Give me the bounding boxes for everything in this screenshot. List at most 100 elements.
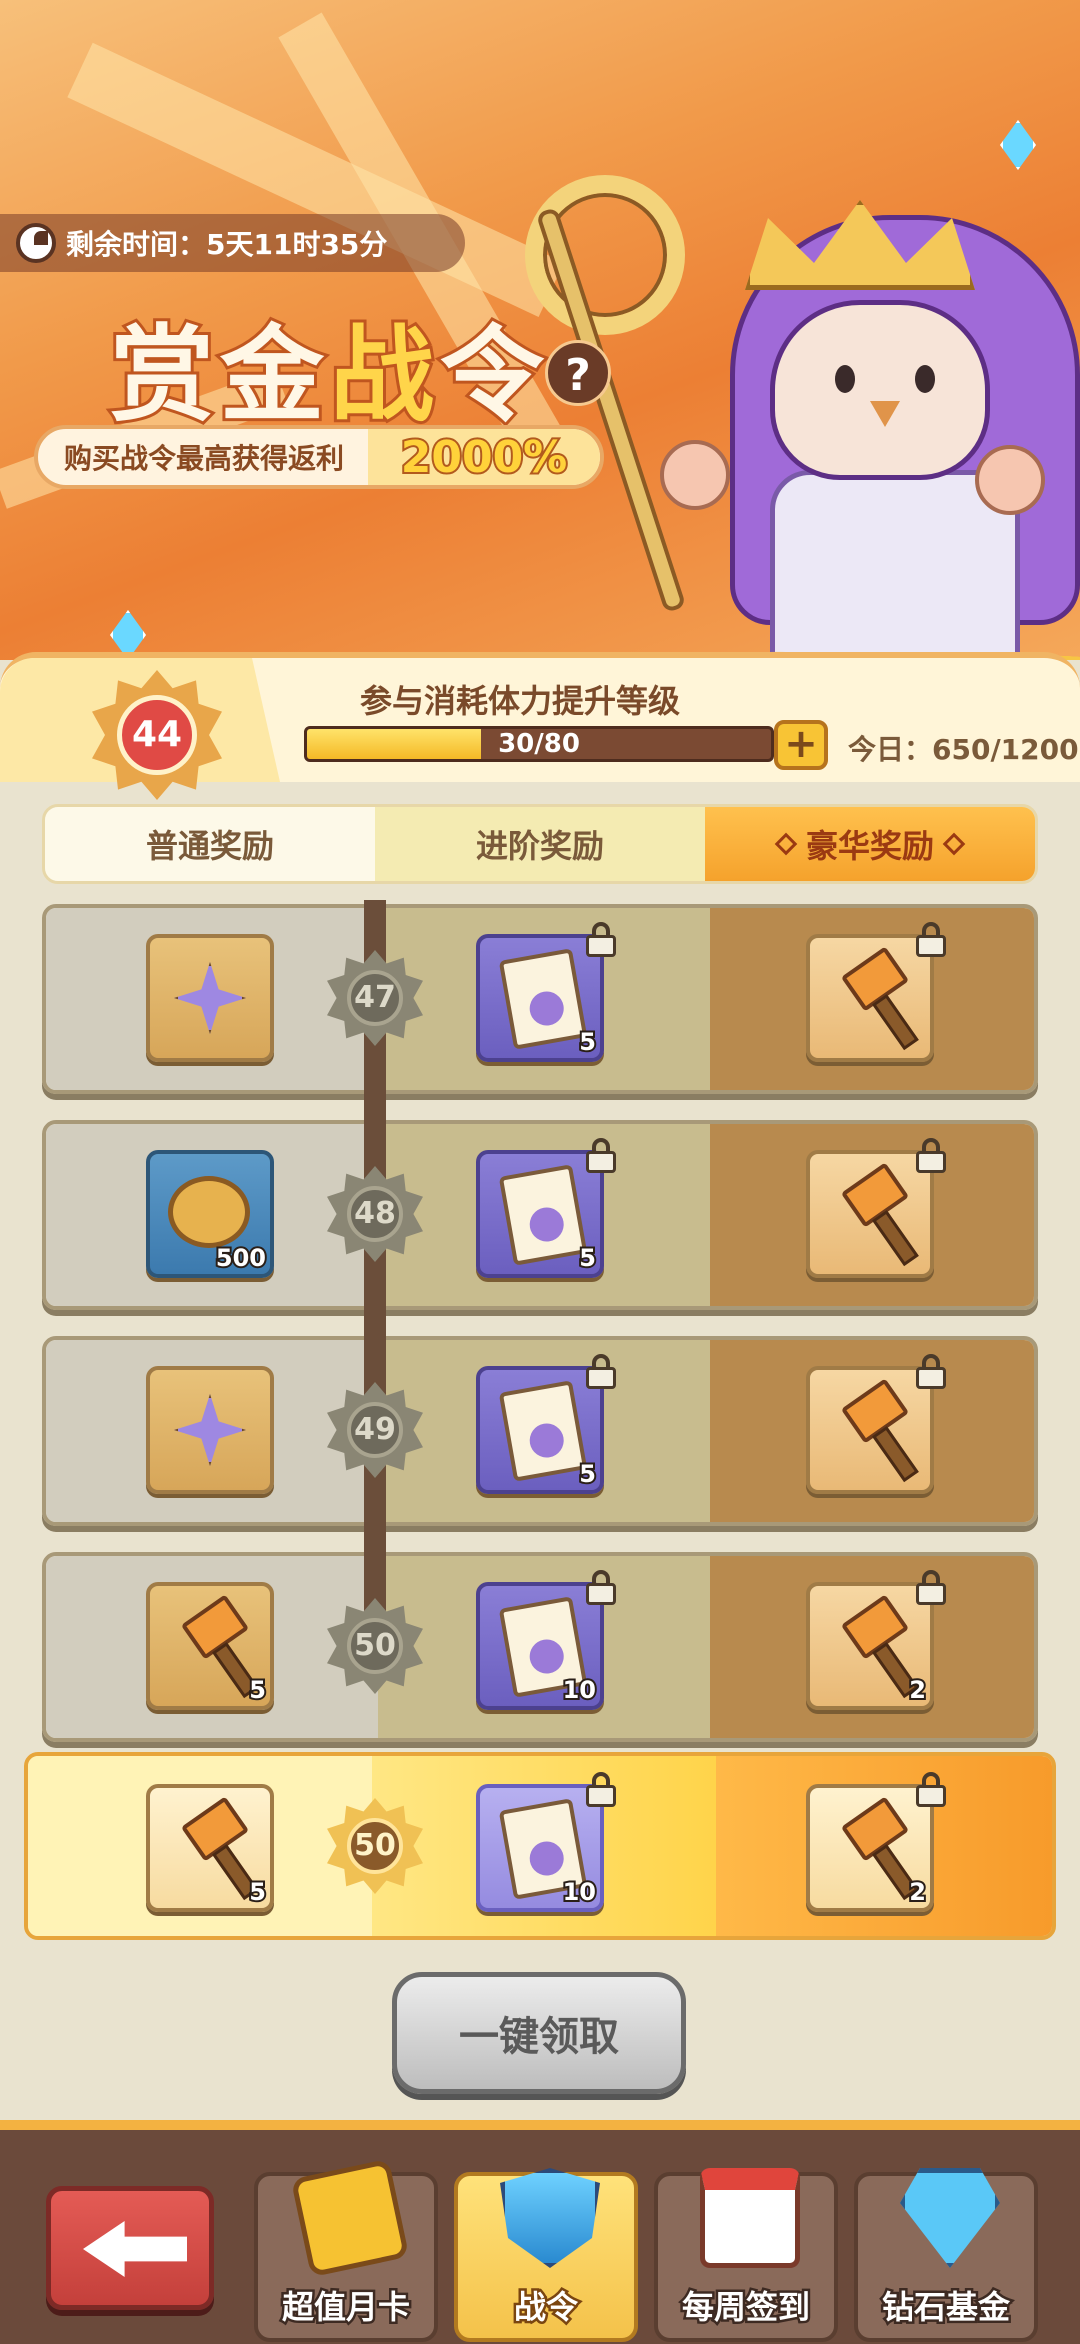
- lock-body: [586, 1151, 616, 1173]
- progress-text: 30/80: [498, 729, 580, 759]
- level-node-number: 49: [347, 1402, 403, 1458]
- nav-weekly-sign-in[interactable]: 每周签到: [654, 2168, 838, 2342]
- clock-icon: [16, 223, 56, 263]
- tab-label: 进阶奖励: [475, 827, 604, 865]
- lock-icon: [914, 1138, 948, 1173]
- character-crown: [745, 200, 975, 290]
- nav-month-card[interactable]: 超值月卡: [254, 2158, 438, 2342]
- level-node-number: 50: [347, 1818, 403, 1874]
- help-button[interactable]: ?: [545, 340, 611, 406]
- lock-icon: [914, 1354, 948, 1389]
- hammer-icon: [840, 946, 910, 1012]
- bottom-nav: 超值月卡 战令 每周签到 钻石基金: [0, 2120, 1080, 2344]
- character-eye: [915, 365, 935, 393]
- claim-all-button[interactable]: 一键领取: [392, 1972, 686, 2094]
- lock-body: [916, 1785, 946, 1807]
- tab-label: 豪华奖励: [805, 827, 934, 865]
- lock-body: [916, 935, 946, 957]
- nav-battle-pass[interactable]: 战令: [454, 2168, 638, 2342]
- item-count: 5: [247, 1876, 268, 1908]
- item-count: 5: [577, 1026, 598, 1058]
- tab-deluxe-reward[interactable]: 豪华奖励: [705, 807, 1035, 881]
- integral-book-icon: [498, 1380, 588, 1482]
- item-count: 5: [577, 1242, 598, 1274]
- character-eye: [835, 365, 855, 393]
- diamond-icon: [942, 832, 966, 856]
- item-count: 10: [561, 1674, 598, 1706]
- remaining-time-text: 剩余时间：5天11时35分: [66, 228, 388, 261]
- reward-item-gold-coin[interactable]: 500: [146, 1150, 274, 1278]
- current-level: 44: [117, 695, 197, 775]
- calendar-check-icon: [700, 2168, 800, 2268]
- nav-diamond-fund[interactable]: 钻石基金: [854, 2168, 1038, 2342]
- gold-coin-pile: [0, 590, 1080, 660]
- nav-label: 每周签到: [679, 2286, 812, 2329]
- tab-label: 普通奖励: [145, 827, 274, 865]
- lock-body: [586, 935, 616, 957]
- level-hint-text: 参与消耗体力提升等级: [360, 682, 681, 720]
- item-count: 2: [907, 1876, 928, 1908]
- hammer-icon: [180, 1594, 250, 1660]
- level-node: 47: [327, 950, 423, 1046]
- star-crystal-icon: [174, 1394, 246, 1466]
- tab-normal-reward[interactable]: 普通奖励: [45, 807, 375, 881]
- lock-icon: [584, 1354, 618, 1389]
- lock-icon: [584, 922, 618, 957]
- title-part: 赏金: [107, 311, 331, 439]
- back-button[interactable]: [46, 2186, 214, 2310]
- diamond-icon: [774, 832, 798, 856]
- character-hand: [975, 445, 1045, 515]
- item-count: 500: [214, 1242, 268, 1274]
- reward-item-star-crystal[interactable]: [146, 934, 274, 1062]
- item-count: 5: [247, 1674, 268, 1706]
- hammer-icon: [840, 1162, 910, 1228]
- level-node: 49: [327, 1382, 423, 1478]
- item-count: 10: [561, 1876, 598, 1908]
- lock-icon: [914, 1570, 948, 1605]
- hero-banner: 剩余时间：5天11时35分 赏金战令 ? 购买战令最高获得返利 2000%: [0, 0, 1080, 660]
- level-node-number: 47: [347, 970, 403, 1026]
- hammer-icon: [840, 1594, 910, 1660]
- promo-banner: 购买战令最高获得返利 2000%: [34, 425, 604, 489]
- item-count: 5: [577, 1458, 598, 1490]
- nav-label: 钻石基金: [879, 2286, 1012, 2329]
- today-progress-text: 今日：650/1200: [848, 733, 1079, 766]
- integral-book-icon: [498, 948, 588, 1050]
- lock-body: [916, 1583, 946, 1605]
- star-crystal-icon: [174, 962, 246, 1034]
- nav-label: 战令: [511, 2286, 580, 2329]
- promo-value: 2000%: [368, 429, 600, 485]
- lock-body: [586, 1367, 616, 1389]
- lock-icon: [584, 1138, 618, 1173]
- title-part: 战: [327, 311, 441, 439]
- lock-body: [586, 1785, 616, 1807]
- lock-body: [916, 1367, 946, 1389]
- lock-body: [916, 1151, 946, 1173]
- hammer-icon: [180, 1796, 250, 1862]
- level-badge: 44: [92, 670, 222, 800]
- lock-icon: [584, 1570, 618, 1605]
- lock-icon: [914, 922, 948, 957]
- item-count: 2: [907, 1674, 928, 1706]
- tab-advanced-reward[interactable]: 进阶奖励: [375, 807, 705, 881]
- gem-sparkle-icon: [1000, 120, 1036, 170]
- nav-label: 超值月卡: [279, 2286, 412, 2329]
- level-node-number: 48: [347, 1186, 403, 1242]
- character-hand: [660, 440, 730, 510]
- level-progress-panel: 44 参与消耗体力提升等级 30/80 + 今日：650/1200: [0, 652, 1080, 800]
- back-arrow-icon: [83, 2221, 187, 2277]
- reward-item-star-crystal[interactable]: [146, 1366, 274, 1494]
- battle-pass-shield-icon: [500, 2168, 600, 2268]
- reward-item-hammer[interactable]: 5: [146, 1582, 274, 1710]
- integral-book-icon: [498, 1164, 588, 1266]
- character-face: [770, 300, 990, 480]
- buy-level-button[interactable]: +: [774, 720, 828, 770]
- reward-item-hammer[interactable]: 5: [146, 1784, 274, 1912]
- lock-icon: [584, 1772, 618, 1807]
- level-node: 50: [327, 1798, 423, 1894]
- event-title: 赏金战令: [107, 290, 551, 441]
- reward-tier-tabs: 普通奖励 进阶奖励 豪华奖励: [42, 804, 1038, 884]
- gold-coin-icon: [168, 1176, 250, 1248]
- character-beak: [870, 401, 900, 427]
- title-part: 令: [437, 311, 551, 439]
